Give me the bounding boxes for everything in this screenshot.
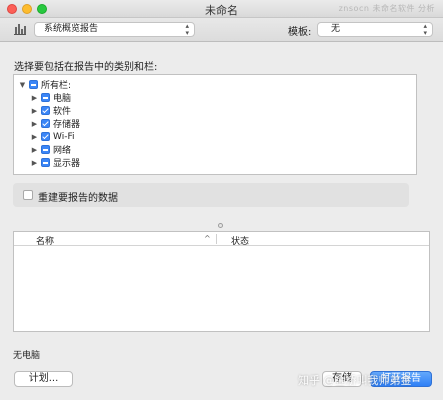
tree-row-label: 软件 [53,107,72,117]
app-window: 未命名 znsocn 未命名软件 分析 系统概览报告 ▴ ▾ 模板: 无 ▴ ▾ 选… [0,0,443,400]
source-watermark: 知乎 @金桥叫我师弟金 [298,374,412,387]
disclosure-closed-icon[interactable]: ▶ [30,94,39,102]
tree-row-label: 显示器 [53,159,81,169]
computer-count-status: 无电脑 [13,351,41,361]
template-value: 无 [331,24,341,34]
title-watermark: znsocn 未命名软件 分析 [338,4,435,13]
network-checkbox[interactable] [41,145,50,154]
disclosure-closed-icon[interactable]: ▶ [30,146,39,154]
tree-row-wifi[interactable]: ▶ Wi-Fi [30,130,75,143]
disclosure-closed-icon[interactable]: ▶ [30,120,39,128]
report-type-select[interactable]: 系统概览报告 ▴ ▾ [34,22,195,37]
tree-row-label: 所有栏: [41,81,72,91]
tree-row-display[interactable]: ▶ 显示器 [30,156,80,169]
wifi-checkbox[interactable] [41,132,50,141]
disclosure-closed-icon[interactable]: ▶ [30,159,39,167]
disclosure-closed-icon[interactable]: ▶ [30,107,39,115]
tree-row-software[interactable]: ▶ 软件 [30,104,71,117]
template-select[interactable]: 无 ▴ ▾ [317,22,433,37]
rebuild-data-checkbox[interactable] [23,190,33,200]
updown-chevron-icon: ▴ ▾ [185,22,189,37]
updown-chevron-icon: ▴ ▾ [423,22,427,37]
tree-row-storage[interactable]: ▶ 存储器 [30,117,80,130]
sort-ascending-icon: ^ [204,234,211,243]
all-columns-checkbox[interactable] [29,80,38,89]
toolbar: 系统概览报告 ▴ ▾ 模板: 无 ▴ ▾ [0,18,443,42]
tree-row-all-columns[interactable]: ▼ 所有栏: [18,78,71,91]
rebuild-data-label[interactable]: 重建要报告的数据 [38,189,118,204]
computer-checkbox[interactable] [41,93,50,102]
tree-row-label: 存储器 [53,120,81,130]
tree-row-label: Wi-Fi [53,131,75,142]
disclosure-open-icon[interactable]: ▼ [18,81,27,89]
software-checkbox[interactable] [41,106,50,115]
title-bar: 未命名 znsocn 未命名软件 分析 [0,0,443,18]
column-divider[interactable] [216,234,217,244]
schedule-button[interactable]: 计划... [14,371,73,387]
template-label: 模板: [288,27,312,38]
category-tree[interactable]: ▼ 所有栏: ▶ 电脑 ▶ 软件 ▶ 存储器 ▶ Wi-Fi ▶ 网络 ▶ 显示… [13,74,417,175]
bar-chart-icon [14,24,26,35]
tree-row-label: 电脑 [53,94,72,104]
tree-row-computer[interactable]: ▶ 电脑 [30,91,71,104]
column-header-status[interactable]: 状态 [231,234,249,247]
rebuild-data-panel: 重建要报告的数据 [13,183,409,207]
tree-row-network[interactable]: ▶ 网络 [30,143,71,156]
disclosure-closed-icon[interactable]: ▶ [30,133,39,141]
split-view-handle[interactable] [218,223,223,228]
display-checkbox[interactable] [41,158,50,167]
column-header-name[interactable]: 名称 [36,234,54,247]
tree-row-label: 网络 [53,146,72,156]
storage-checkbox[interactable] [41,119,50,128]
category-prompt: 选择要包括在报告中的类别和栏: [14,62,158,73]
report-type-value: 系统概览报告 [44,24,99,34]
computer-list-table[interactable]: 名称 ^ 状态 [13,231,430,332]
table-header: 名称 ^ 状态 [14,232,429,247]
